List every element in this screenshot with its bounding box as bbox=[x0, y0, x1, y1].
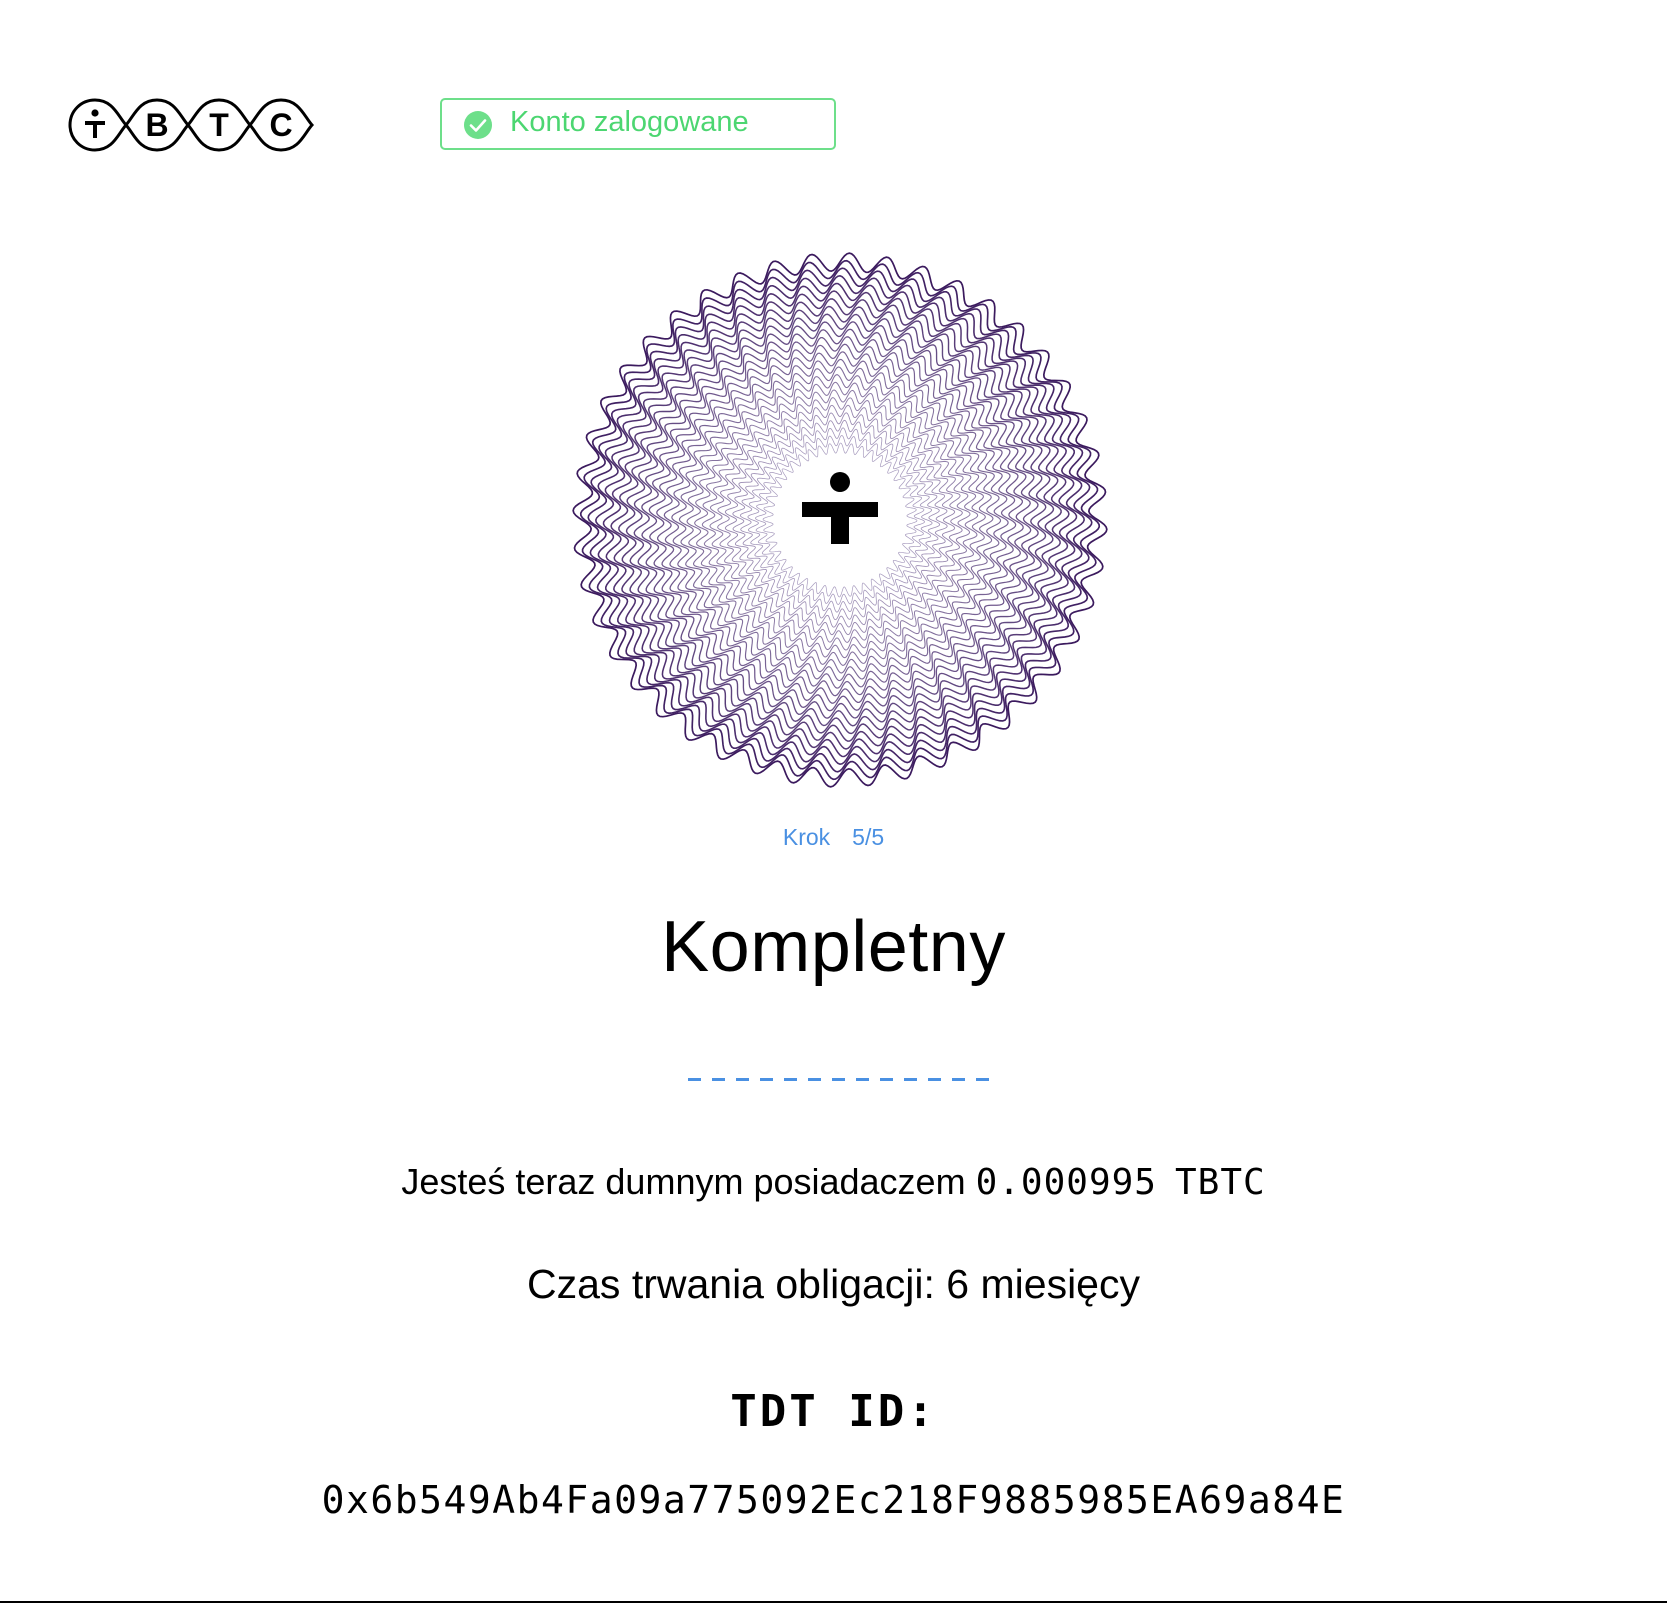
check-circle-icon bbox=[464, 111, 492, 139]
tdt-id-label: TDT ID: bbox=[730, 1386, 937, 1437]
svg-text:T: T bbox=[209, 107, 229, 143]
mandala-graphic bbox=[572, 252, 1108, 788]
tbtc-logo-icon: B T C bbox=[68, 98, 315, 152]
step-value: 5/5 bbox=[852, 824, 885, 850]
status-badge: Konto zalogowane bbox=[440, 98, 836, 150]
step-label: Krok bbox=[782, 824, 831, 850]
tdt-id-value[interactable]: 0x6b549Ab4Fa09a775092Ec218F9885985EA69a8… bbox=[0, 1478, 1667, 1524]
svg-text:C: C bbox=[269, 107, 292, 143]
status-text: Konto zalogowane bbox=[510, 105, 749, 138]
dashed-divider bbox=[688, 1078, 994, 1081]
bond-duration: Czas trwania obligacji: 6 miesięcy bbox=[527, 1261, 1140, 1307]
tbtc-logo[interactable]: B T C bbox=[66, 96, 371, 154]
page-header: B T C Konto zalogowane bbox=[0, 0, 1667, 200]
step-indicator: Krok 5/5 bbox=[0, 824, 1667, 851]
ownership-line: Jesteś teraz dumnym posiadaczem 0.000995 T… bbox=[0, 1160, 1667, 1204]
tbtc-amount: 0.000995 bbox=[975, 1162, 1157, 1203]
svg-text:B: B bbox=[145, 107, 168, 143]
tbtc-t-icon bbox=[802, 472, 878, 544]
mandala-illustration bbox=[570, 250, 1110, 790]
page-title: Kompletny bbox=[661, 907, 1006, 987]
ownership-sentence: Jesteś teraz dumnym posiadaczem bbox=[401, 1161, 966, 1202]
tbtc-unit: TBTC bbox=[1174, 1162, 1266, 1203]
